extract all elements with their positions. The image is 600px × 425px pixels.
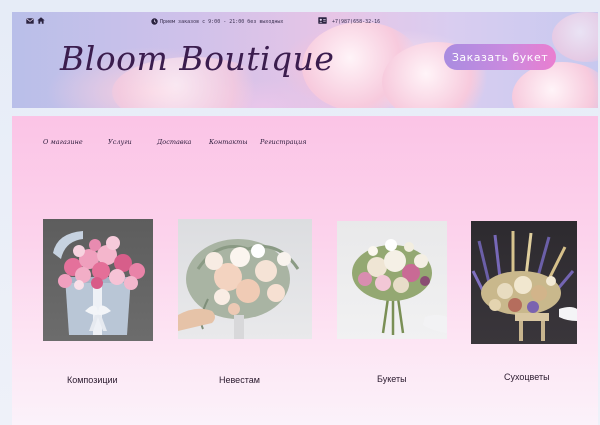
phone-number[interactable]: +7(987)658-32-16	[332, 19, 380, 25]
brides-photo[interactable]	[178, 219, 312, 339]
dried-flowers-photo[interactable]	[471, 221, 577, 344]
working-hours-text: Прием заказов с 9:00 - 21:00 без выходны…	[160, 19, 284, 25]
compositions-photo[interactable]	[43, 219, 153, 341]
bouquets-photo[interactable]	[337, 221, 447, 339]
nav-item-about[interactable]: О магазине	[43, 138, 83, 146]
nav-item-delivery[interactable]: Доставка	[157, 138, 191, 146]
brand-logo-text[interactable]: Bloom Boutique	[60, 39, 334, 78]
page: Прием заказов с 9:00 - 21:00 без выходны…	[0, 0, 600, 425]
top-info-bar: Прием заказов с 9:00 - 21:00 без выходны…	[12, 12, 598, 32]
clock-icon	[151, 18, 158, 27]
nav-item-contacts[interactable]: Контакты	[209, 138, 248, 146]
order-bouquet-button[interactable]: Заказать букет	[444, 44, 556, 70]
contact-card-icon	[318, 17, 327, 26]
main-nav: О магазине Услуги Доставка Контакты Реги…	[12, 116, 598, 166]
category-label[interactable]: Букеты	[377, 374, 407, 384]
nav-item-services[interactable]: Услуги	[108, 138, 132, 146]
home-icon[interactable]	[37, 17, 45, 26]
category-label[interactable]: Сухоцветы	[504, 372, 550, 382]
main-panel: О магазине Услуги Доставка Контакты Реги…	[12, 116, 598, 425]
nav-item-registration[interactable]: Регистрация	[260, 138, 307, 146]
category-label[interactable]: Невестам	[219, 375, 260, 385]
hero-header: Прием заказов с 9:00 - 21:00 без выходны…	[12, 12, 598, 108]
mail-icon[interactable]	[26, 18, 34, 26]
category-label[interactable]: Композиции	[67, 375, 118, 385]
